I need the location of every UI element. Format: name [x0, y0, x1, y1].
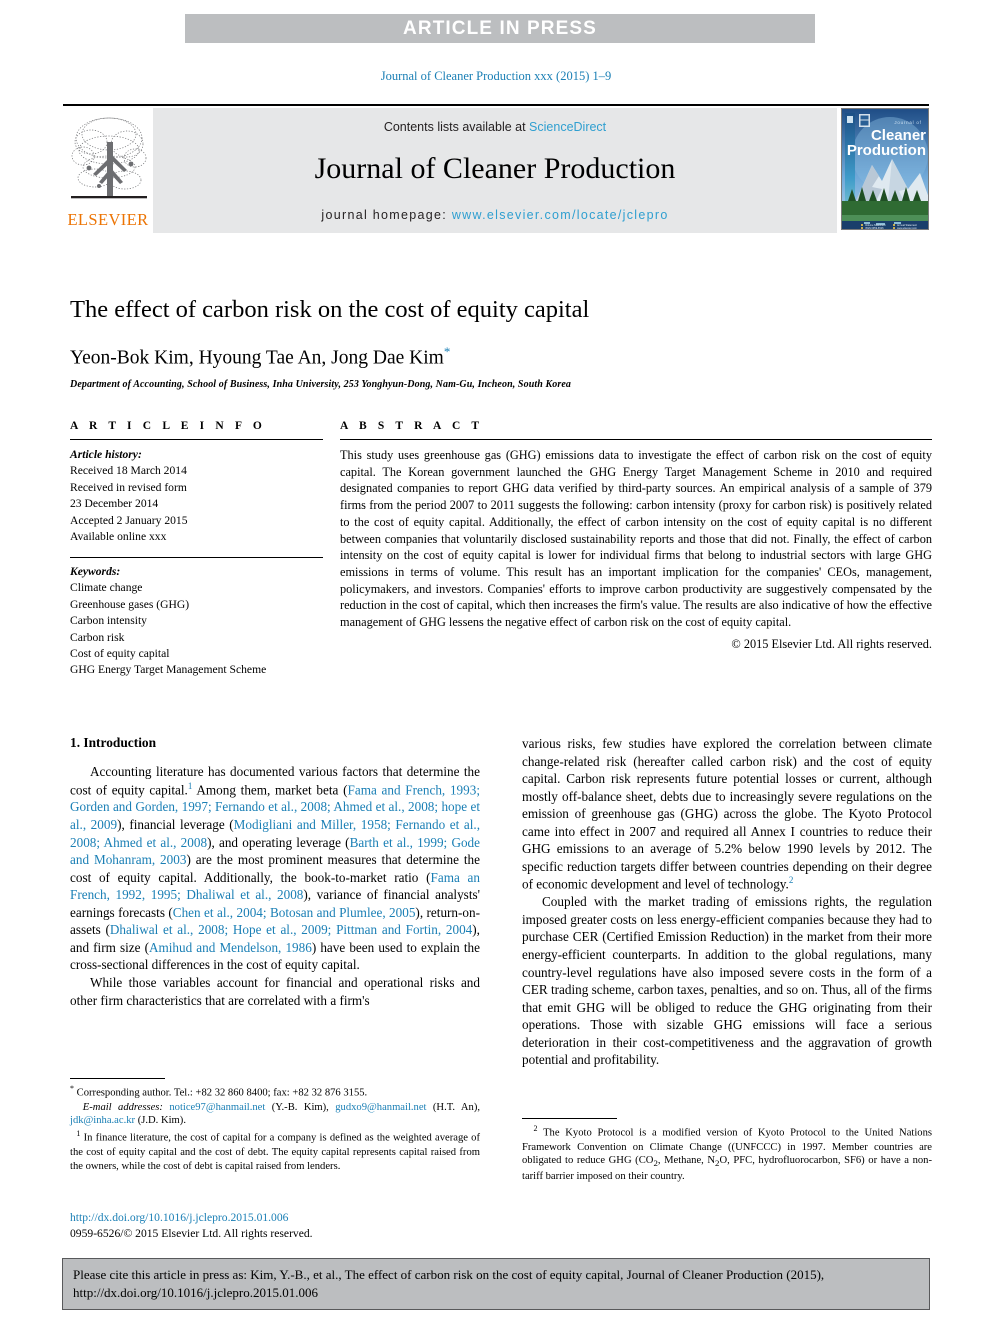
article-info-rule-top — [70, 439, 323, 440]
body-column-left: 1. Introduction Accounting literature ha… — [70, 735, 480, 1069]
keyword-item: Greenhouse gases (GHG) — [70, 597, 190, 611]
abstract-heading: A B S T R A C T — [340, 420, 484, 432]
citation-link[interactable]: Dhaliwal et al., 2008; Hope et al., 2009… — [110, 922, 472, 937]
svg-text:Journal of: Journal of — [894, 120, 921, 125]
abstract-column: A B S T R A C T This study uses greenhou… — [340, 420, 932, 679]
intro-text-c: ), financial leverage ( — [117, 817, 234, 833]
footnote-1: 1 In finance literature, the cost of cap… — [70, 1129, 480, 1173]
issn-copyright-line: 0959-6526/© 2015 Elsevier Ltd. All right… — [70, 1227, 313, 1241]
email-owner-2: (H.T. An), — [432, 1101, 480, 1113]
body-column-right: various risks, few studies have explored… — [522, 735, 932, 1069]
article-info-column: A R T I C L E I N F O Article history: R… — [70, 420, 323, 679]
intro-text-b: Among them, market beta ( — [192, 781, 348, 797]
title-block: The effect of carbon risk on the cost of… — [70, 295, 930, 390]
homepage-url-link[interactable]: www.elsevier.com/locate/jclepro — [452, 208, 669, 222]
keywords-label: Keywords: — [70, 564, 121, 578]
keyword-item: GHG Energy Target Management Scheme — [70, 663, 267, 677]
homepage-label: journal homepage: — [321, 208, 452, 222]
corresponding-author-marker: * — [443, 344, 451, 360]
elsevier-tree-icon — [71, 117, 147, 199]
info-abstract-region: A R T I C L E I N F O Article history: R… — [70, 420, 932, 679]
elsevier-logo: ELSEVIER — [63, 108, 153, 233]
author-names: Yeon-Bok Kim, Hyoung Tae An, Jong Dae Ki… — [70, 347, 444, 369]
asterisk-icon: * — [70, 1084, 74, 1093]
footnotes-right-column: 2 The Kyoto Protocol is a modified versi… — [522, 1118, 932, 1184]
paragraph-right-1: various risks, few studies have explored… — [522, 735, 932, 893]
email-link-2[interactable]: gudxo9@hanmail.net — [335, 1102, 426, 1113]
article-in-press-label: ARTICLE IN PRESS — [403, 17, 597, 39]
footnote-separator-rule-right — [522, 1118, 617, 1119]
article-info-rule-mid — [70, 556, 323, 558]
cite-line-1: Please cite this article in press as: Ki… — [73, 1267, 825, 1282]
paragraph-intro-2: While those variables account for financ… — [70, 974, 480, 1008]
citation-link[interactable]: Amihud and Mendelson, 1986 — [149, 940, 312, 955]
footnote-2-marker: 2 — [533, 1124, 538, 1133]
history-line: Accepted 2 January 2015 — [70, 513, 188, 527]
history-line: 23 December 2014 — [70, 497, 159, 511]
keyword-item: Climate change — [70, 581, 143, 595]
journal-masthead: ELSEVIER Contents lists available at Sci… — [63, 104, 929, 234]
abstract-text: This study uses greenhouse gas (GHG) emi… — [340, 448, 932, 630]
article-history-label: Article history: — [70, 448, 142, 461]
svg-text:www.elsevier.com: www.elsevier.com — [897, 227, 917, 230]
footnote-2-text-b: , Methane, N — [657, 1155, 716, 1167]
journal-title: Journal of Cleaner Production — [314, 152, 676, 185]
cite-line-2: http://dx.doi.org/10.1016/j.jclepro.2015… — [73, 1284, 318, 1300]
svg-text:Production: Production — [847, 142, 926, 159]
footnote-separator-rule — [70, 1078, 165, 1079]
section-heading-introduction: 1. Introduction — [70, 735, 157, 750]
doi-link[interactable]: http://dx.doi.org/10.1016/j.jclepro.2015… — [70, 1210, 490, 1226]
masthead-center: Contents lists available at ScienceDirec… — [153, 108, 837, 233]
contents-prefix: Contents lists available at — [383, 120, 530, 134]
elsevier-wordmark: ELSEVIER — [67, 210, 149, 229]
abstract-copyright: © 2015 Elsevier Ltd. All rights reserved… — [731, 636, 932, 651]
right-text-a: various risks, few studies have explored… — [522, 736, 932, 892]
contents-available-line: Contents lists available at ScienceDirec… — [153, 120, 837, 134]
keywords-block: Keywords: Climate change Greenhouse gase… — [70, 564, 323, 679]
intro-text-d: ), and operating leverage ( — [207, 834, 350, 850]
svg-text:ISSN 0959-6526: ISSN 0959-6526 — [865, 227, 884, 230]
please-cite-box: Please cite this article in press as: Ki… — [62, 1258, 930, 1311]
footnotes-left-column: * Corresponding author. Tel.: +82 32 860… — [70, 1078, 480, 1174]
sciencedirect-link[interactable]: ScienceDirect — [529, 120, 606, 134]
article-in-press-banner: ARTICLE IN PRESS — [185, 14, 815, 43]
abstract-rule — [340, 439, 932, 440]
footnote-corresponding-author: * Corresponding author. Tel.: +82 32 860… — [70, 1084, 480, 1128]
paragraph-right-2: Coupled with the market trading of emiss… — [522, 894, 932, 1068]
footnote-1-text: In finance literature, the cost of capit… — [70, 1132, 481, 1172]
journal-cover-thumbnail: Journal of Cleaner Production Volume Sta… — [841, 108, 929, 230]
article-info-heading: A R T I C L E I N F O — [70, 420, 266, 432]
footnote-1-marker: 1 — [76, 1129, 81, 1139]
body-region: 1. Introduction Accounting literature ha… — [70, 735, 932, 1069]
paragraph-intro-1: Accounting literature has documented var… — [70, 763, 480, 974]
doi-issn-block: http://dx.doi.org/10.1016/j.jclepro.2015… — [70, 1210, 490, 1242]
email-owner-3: (J.D. Kim). — [137, 1115, 186, 1127]
citation-link[interactable]: Chen et al., 2004; Botosan and Plumlee, … — [173, 905, 416, 920]
cover-artwork: Journal of Cleaner Production Volume Sta… — [842, 109, 928, 230]
email-owner-1: (Y.-B. Kim), — [271, 1101, 329, 1113]
article-history-block: Article history: Received 18 March 2014 … — [70, 447, 323, 546]
footnote-ref-2[interactable]: 2 — [789, 875, 794, 885]
keyword-item: Carbon intensity — [70, 614, 147, 628]
footnote-2: 2 The Kyoto Protocol is a modified versi… — [522, 1124, 932, 1184]
email-addresses-label: E-mail addresses: — [82, 1101, 163, 1113]
corresponding-author-text: Corresponding author. Tel.: +82 32 860 8… — [76, 1087, 368, 1099]
affiliation-line: Department of Accounting, School of Busi… — [70, 379, 571, 391]
journal-cover-block: Journal of Cleaner Production Volume Sta… — [837, 108, 929, 233]
running-head-citation: Journal of Cleaner Production xxx (2015)… — [380, 69, 612, 83]
email-link-1[interactable]: notice97@hanmail.net — [169, 1102, 265, 1113]
journal-homepage-line: journal homepage: www.elsevier.com/locat… — [153, 208, 837, 222]
page-title: The effect of carbon risk on the cost of… — [70, 296, 590, 323]
history-line: Received in revised form — [70, 480, 187, 494]
keyword-item: Carbon risk — [70, 630, 125, 644]
history-line: Available online xxx — [70, 530, 167, 544]
history-line: Received 18 March 2014 — [70, 464, 187, 478]
keyword-item: Cost of equity capital — [70, 646, 170, 660]
author-list: Yeon-Bok Kim, Hyoung Tae An, Jong Dae Ki… — [70, 344, 930, 370]
email-link-3[interactable]: jdk@inha.ac.kr — [70, 1115, 135, 1126]
